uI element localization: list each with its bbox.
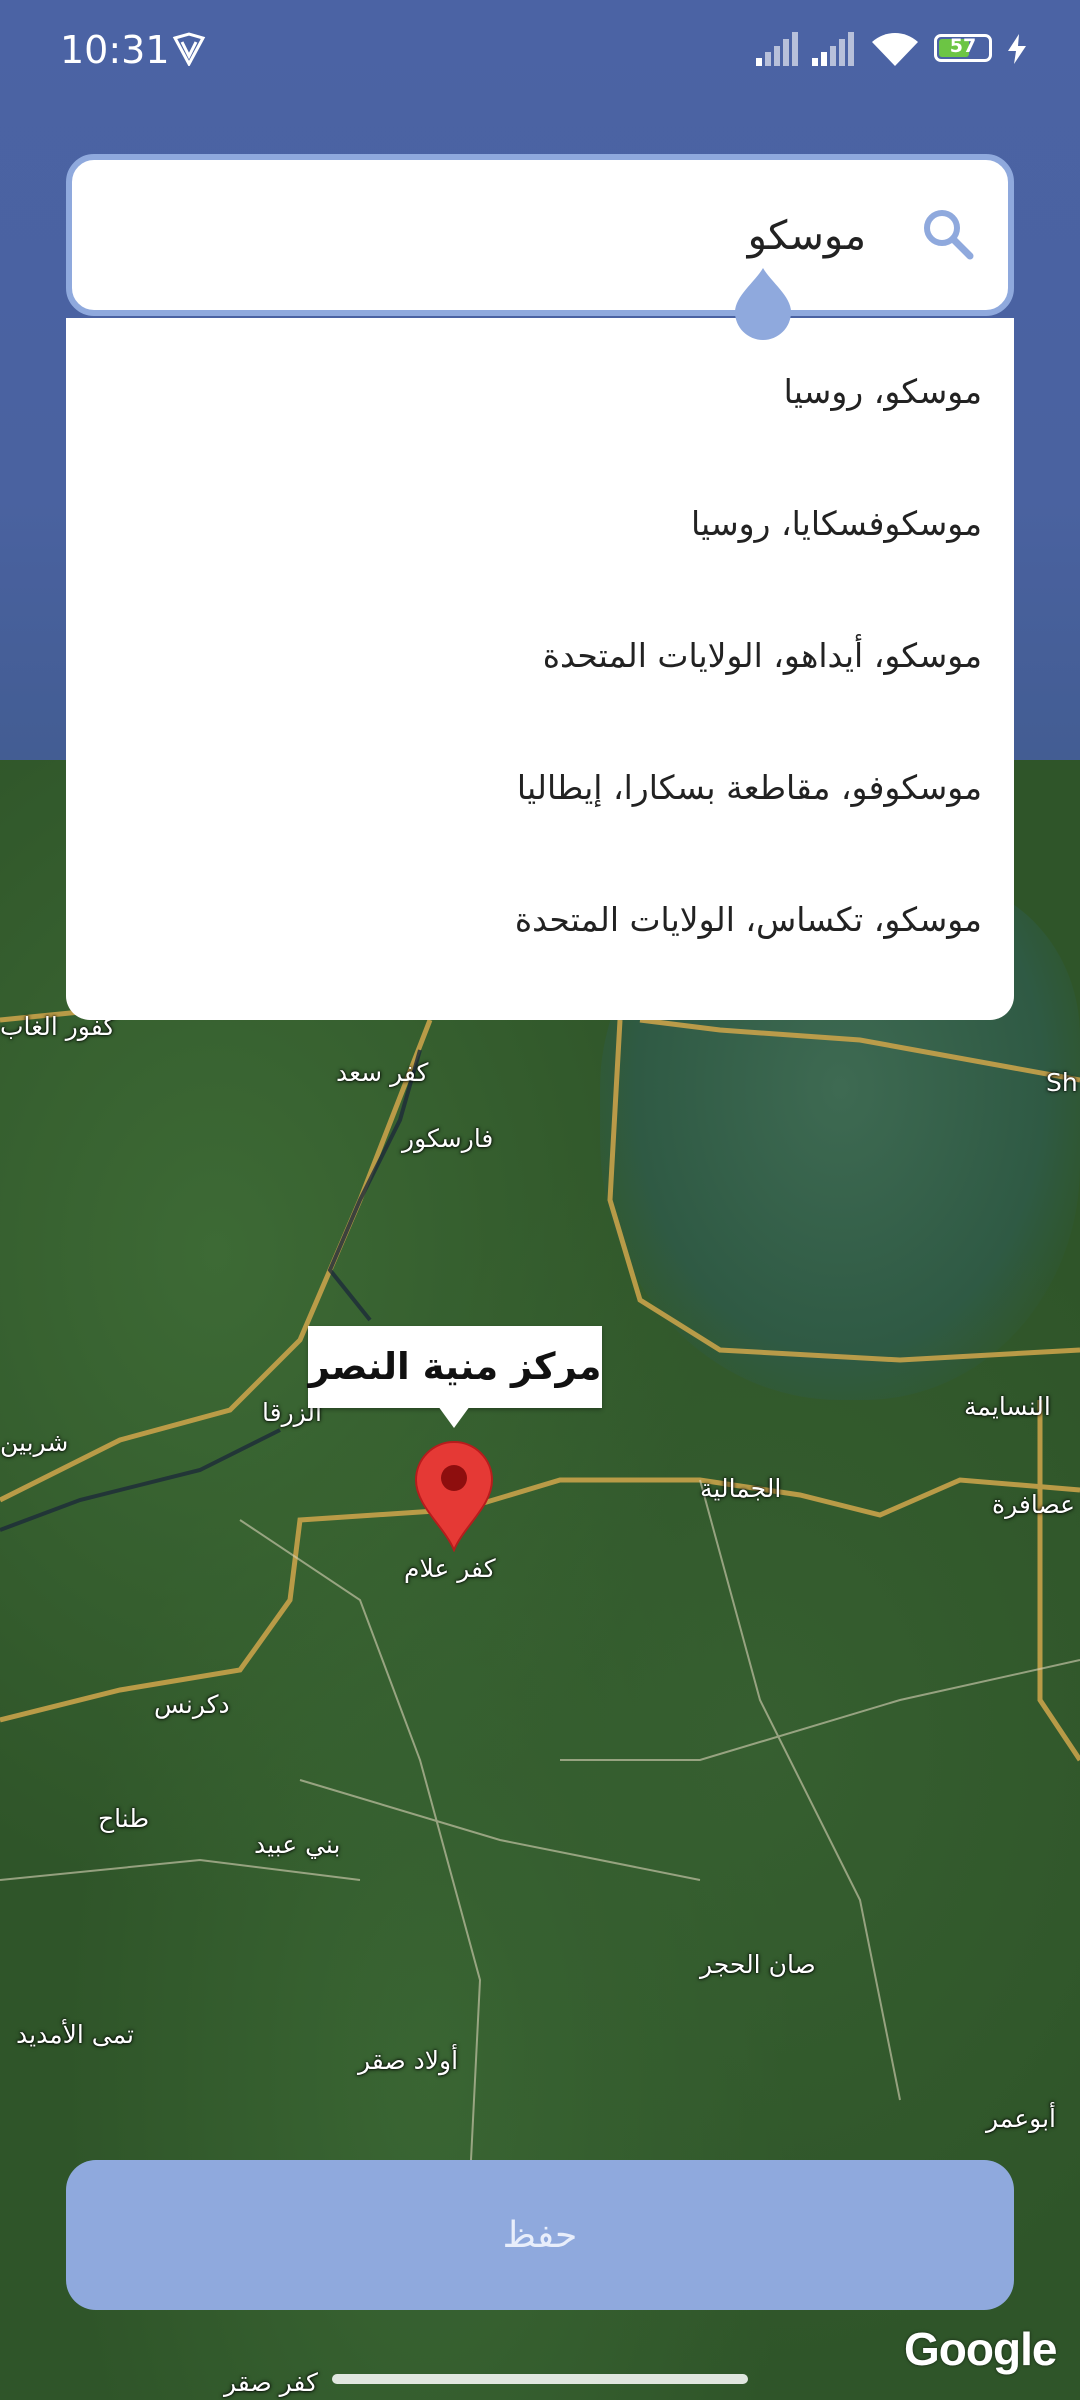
signal-icon <box>756 32 798 66</box>
suggestion-item[interactable]: موسكو، تكساس، الولايات المتحدة <box>66 854 1014 986</box>
suggestions-list: موسكو، روسيا موسكوفسكايا، روسيا موسكو، أ… <box>66 318 1014 1020</box>
place-label: أبوعمر <box>986 2104 1056 2133</box>
battery-level: 57 <box>949 35 977 57</box>
place-label: دكرنس <box>154 1690 230 1719</box>
vpn-shield-icon <box>172 32 206 66</box>
signal-icon <box>812 32 854 66</box>
place-label: صان الحجر <box>700 1950 816 1979</box>
search-box[interactable] <box>66 154 1014 316</box>
search-icon[interactable] <box>918 204 978 264</box>
place-label: عصافرة <box>992 1490 1076 1519</box>
search-input[interactable] <box>102 200 868 272</box>
pin-label: مركز منية النصر <box>308 1326 602 1408</box>
place-label: شربين <box>0 1428 69 1457</box>
place-label: بني عبيد <box>254 1830 341 1859</box>
text-cursor-handle[interactable] <box>735 268 791 340</box>
place-label: Sh <box>1046 1068 1078 1097</box>
wifi-icon <box>872 33 918 66</box>
location-pin-icon[interactable] <box>414 1440 494 1552</box>
place-label: فارسكور <box>402 1124 494 1153</box>
place-label: النسايمة <box>964 1392 1051 1421</box>
place-label: تمى الأمديد <box>16 2020 134 2049</box>
pin-label-tail <box>438 1406 470 1428</box>
suggestion-item[interactable]: موسكو، روسيا <box>66 326 1014 458</box>
place-label: كفر سعد <box>336 1058 429 1087</box>
status-bar: 10:31 57 <box>0 0 1080 100</box>
suggestion-item[interactable]: موسكوفسكايا، روسيا <box>66 458 1014 590</box>
battery-icon: 57 <box>934 34 992 62</box>
place-label: الجمالية <box>700 1474 782 1503</box>
place-label: كفر صقر <box>224 2368 318 2397</box>
suggestion-item[interactable]: موسكو، أيداهو، الولايات المتحدة <box>66 590 1014 722</box>
save-button[interactable]: حفظ <box>66 2160 1014 2310</box>
place-label: كفر علام <box>404 1554 496 1583</box>
suggestion-item[interactable]: موسكوفو، مقاطعة بسكارا، إيطاليا <box>66 722 1014 854</box>
google-attribution: Google <box>904 2323 1057 2375</box>
home-indicator[interactable] <box>332 2374 748 2384</box>
place-label: أولاد صقر <box>358 2046 459 2075</box>
status-time: 10:31 <box>60 28 170 72</box>
charging-bolt-icon <box>1008 34 1026 64</box>
place-label: طناح <box>98 1804 150 1833</box>
